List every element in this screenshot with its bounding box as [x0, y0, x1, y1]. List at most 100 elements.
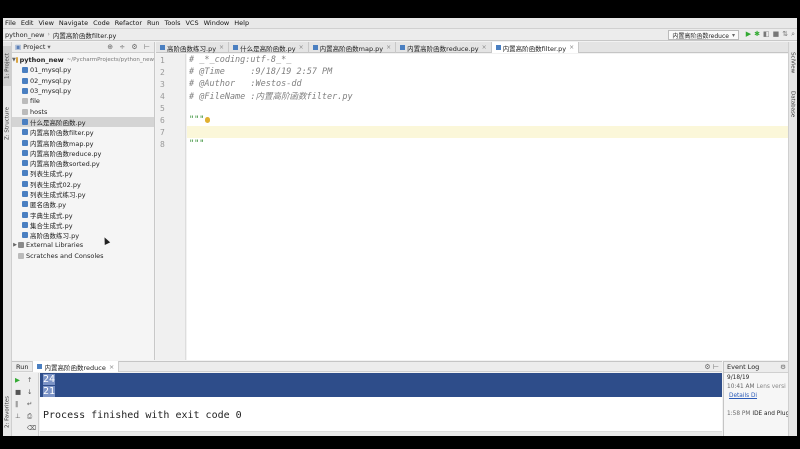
tool-tab-favorites[interactable]: 2: Favorites — [3, 392, 12, 432]
editor-tab[interactable]: 什么是高阶函数.py × — [229, 42, 309, 53]
trash-icon[interactable]: ⌫ — [27, 424, 36, 432]
run-icon[interactable]: ▶ — [746, 30, 751, 39]
code-line[interactable] — [187, 102, 788, 114]
editor-tab[interactable]: 内置高阶函数reduce.py × — [396, 42, 492, 53]
line-number: 4 — [160, 91, 165, 101]
up-arrow-icon[interactable]: ↑ — [27, 376, 32, 384]
event-time: 10:41 AM — [727, 383, 755, 390]
rerun-icon[interactable]: ▶ — [15, 376, 20, 384]
code-line[interactable] — [187, 126, 788, 138]
menu-item-vcs[interactable]: VCS — [185, 19, 198, 27]
file-name: 03_mysql.py — [30, 87, 72, 96]
tree-file-item[interactable]: 内置高阶函数filter.py — [12, 127, 154, 137]
python-file-icon — [22, 139, 28, 146]
console-scrollbar[interactable] — [40, 431, 722, 436]
close-icon[interactable]: × — [299, 44, 304, 51]
close-icon[interactable]: × — [219, 44, 224, 51]
python-file-icon — [22, 180, 28, 187]
chevron-down-icon[interactable]: ▾ — [47, 43, 50, 51]
editor-tab[interactable]: 内置高阶函数filter.py × — [491, 42, 580, 53]
tree-file-item[interactable]: 内置高阶函数reduce.py — [12, 148, 154, 158]
breadcrumb-file[interactable]: 内置高阶函数filter.py — [53, 30, 117, 40]
tree-file-item[interactable]: 01_mysql.py — [12, 65, 154, 75]
editor-tab[interactable]: 高阶函数练习.py × — [156, 42, 230, 53]
panel-settings-icons[interactable]: ⊕ ÷ ⚙ ⊢ — [107, 43, 152, 51]
tree-file-item[interactable]: 内置高阶函数sorted.py — [12, 158, 154, 168]
code-text: """ — [189, 139, 205, 149]
run-panel-settings-icon[interactable]: ⚙ ⊢ — [704, 363, 719, 371]
tree-file-item[interactable]: 什么是高阶函数.py — [12, 116, 154, 128]
tool-tab-sciview[interactable]: SciView — [788, 46, 797, 80]
menu-item-run[interactable]: Run — [147, 19, 159, 27]
tree-root[interactable]: ▼ python_new ~/PycharmProjects/python_ne… — [12, 55, 154, 65]
run-configuration-select[interactable]: 内置高阶函数reduce ▾ — [668, 30, 739, 40]
editor-tab[interactable]: 内置高阶函数map.py × — [309, 42, 397, 53]
project-panel-title[interactable]: Project — [23, 43, 45, 51]
code-line[interactable]: """ — [187, 114, 788, 126]
tree-file-item[interactable]: 高阶函数练习.py — [12, 230, 154, 240]
run-panel-label: Run — [16, 362, 29, 371]
menu-item-window[interactable]: Window — [204, 19, 230, 27]
line-number: 2 — [160, 67, 165, 77]
stop-icon[interactable]: ■ — [15, 388, 21, 396]
run-tab[interactable]: 内置高阶函数reduce × — [32, 361, 120, 372]
menu-item-edit[interactable]: Edit — [21, 19, 34, 27]
event-link[interactable]: Details Di — [729, 393, 757, 399]
pin-icon[interactable]: ⊥ — [15, 412, 21, 420]
code-line[interactable]: """ — [187, 138, 788, 150]
event-log-entry: Details Di — [724, 391, 788, 400]
tree-file-item[interactable]: 集合生成式.py — [12, 220, 154, 230]
menu-item-file[interactable]: File — [5, 19, 16, 27]
tree-file-item[interactable]: 03_mysql.py — [12, 86, 154, 96]
tree-file-item[interactable]: 02_mysql.py — [12, 76, 154, 86]
run-console[interactable]: 24 21 Process finished with exit code 0 — [40, 373, 722, 436]
breadcrumb-project[interactable]: python_new — [5, 31, 44, 39]
tree-file-item[interactable]: 内置高阶函数map.py — [12, 137, 154, 148]
pause-icon[interactable]: ‖ — [15, 400, 18, 408]
debug-icon[interactable]: ✱ — [754, 30, 760, 39]
menu-item-view[interactable]: View — [38, 19, 53, 27]
menu-item-code[interactable]: Code — [93, 19, 110, 27]
tool-tab-project[interactable]: 1: Project — [3, 46, 12, 86]
code-editor[interactable]: # _*_coding:utf-8_*_ # @Time :9/18/19 2:5… — [187, 54, 788, 360]
tree-file-item[interactable]: 列表生成式练习.py — [12, 189, 154, 199]
down-arrow-icon[interactable]: ↓ — [27, 388, 32, 396]
code-line[interactable]: # @Author :Westos-dd — [187, 78, 788, 90]
tree-file-item[interactable]: file — [12, 96, 154, 106]
search-icon[interactable]: ⌕ — [791, 30, 795, 39]
code-line[interactable]: # @Time :9/18/19 2:57 PM — [187, 66, 788, 78]
tree-file-item[interactable]: 字典生成式.py — [12, 209, 154, 220]
close-icon[interactable]: × — [482, 44, 487, 51]
ide-window: File Edit View Navigate Code Refactor Run Tools… — [3, 18, 797, 436]
library-icon — [18, 242, 24, 249]
code-line[interactable]: # _*_coding:utf-8_*_ — [187, 54, 788, 66]
python-file-icon — [22, 77, 28, 84]
close-icon[interactable]: × — [109, 363, 114, 371]
code-line[interactable]: # @FileName :内置高阶函数filter.py — [187, 90, 788, 102]
tree-external-libraries[interactable]: ▶ External Libraries — [12, 240, 154, 250]
tree-file-item[interactable]: 匿名函数.py — [12, 199, 154, 209]
wrap-icon[interactable]: ↵ — [27, 400, 32, 408]
line-number: 1 — [160, 55, 165, 65]
menu-item-help[interactable]: Help — [234, 19, 249, 27]
close-icon[interactable]: × — [386, 44, 391, 51]
tree-file-item[interactable]: 列表生成式.py — [12, 168, 154, 178]
gear-icon[interactable]: ⚙ — [780, 363, 786, 371]
tree-scratches[interactable]: Scratches and Consoles — [12, 251, 154, 261]
menu-item-refactor[interactable]: Refactor — [115, 19, 142, 27]
tree-file-item[interactable]: 列表生成式02.py — [12, 179, 154, 189]
lightbulb-icon[interactable] — [205, 117, 211, 123]
vcs-icon[interactable]: ⇅ — [782, 30, 788, 39]
line-number: 7 — [160, 127, 165, 137]
stop-icon[interactable]: ■ — [773, 30, 780, 39]
print-icon[interactable]: ⎙ — [27, 412, 32, 421]
coverage-icon[interactable]: ◧ — [763, 30, 770, 39]
tree-file-item[interactable]: hosts — [12, 106, 154, 116]
menu-item-navigate[interactable]: Navigate — [59, 19, 88, 27]
tool-tab-database[interactable]: Database — [788, 84, 797, 124]
line-number: 6 — [160, 115, 165, 125]
tool-tab-structure[interactable]: Z: Structure — [3, 104, 12, 144]
close-icon[interactable]: × — [569, 44, 574, 51]
menu-item-tools[interactable]: Tools — [164, 19, 180, 27]
